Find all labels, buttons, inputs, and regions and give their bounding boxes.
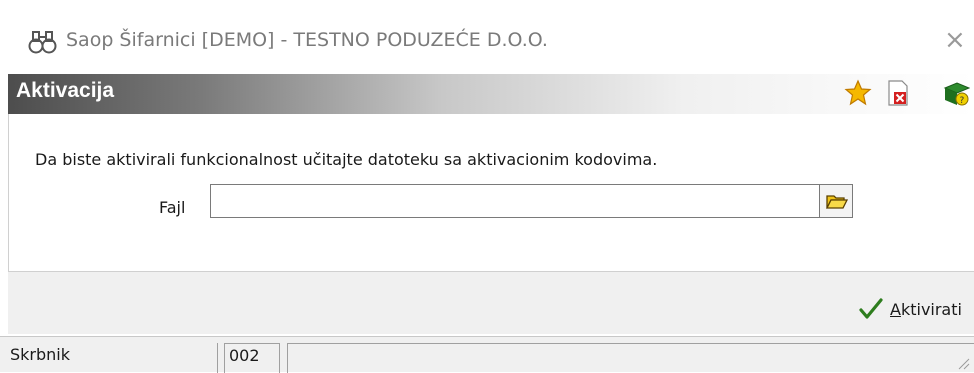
window-title: Saop Šifarnici [DEMO] - TESTNO PODUZEĆE …: [66, 29, 548, 51]
star-icon[interactable]: [844, 78, 872, 108]
section-header: Aktivacija ?: [8, 74, 974, 114]
activate-label: Aktivirati: [890, 299, 962, 319]
activation-description: Da biste aktivirali funkcionalnost učita…: [35, 150, 658, 169]
binoculars-icon: [28, 31, 57, 54]
svg-text:?: ?: [960, 96, 965, 106]
status-user: Skrbnik: [6, 343, 218, 373]
action-footer: Aktivirati: [8, 272, 974, 334]
activate-button[interactable]: Aktivirati: [858, 294, 962, 324]
folder-open-icon: [825, 195, 849, 209]
file-label: Fajl: [159, 198, 186, 217]
browse-file-button[interactable]: [819, 184, 853, 218]
file-path-input[interactable]: [210, 184, 820, 218]
window-titlebar: Saop Šifarnici [DEMO] - TESTNO PODUZEĆE …: [0, 0, 974, 72]
status-code: 002: [224, 343, 280, 373]
help-book-icon[interactable]: ?: [942, 78, 970, 108]
close-document-icon[interactable]: [884, 78, 912, 108]
status-bar: Skrbnik 002: [0, 336, 974, 373]
checkmark-icon: [859, 298, 883, 319]
section-title: Aktivacija: [16, 79, 115, 102]
activation-panel: Da biste aktivirali funkcionalnost učita…: [8, 114, 974, 272]
status-message: [287, 343, 974, 373]
resize-grip-icon[interactable]: [956, 356, 970, 370]
window-close-icon[interactable]: ×: [944, 27, 966, 53]
